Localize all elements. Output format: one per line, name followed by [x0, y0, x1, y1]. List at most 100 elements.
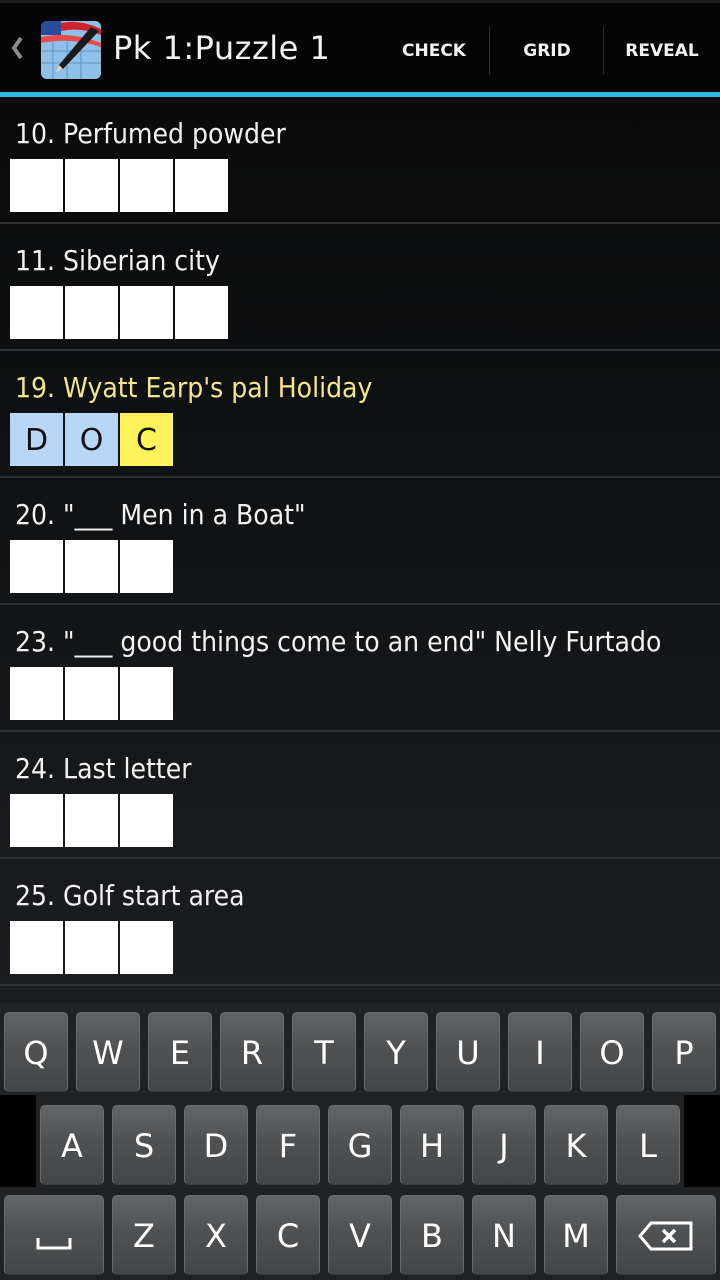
- key-y[interactable]: Y: [364, 1012, 428, 1092]
- key-o[interactable]: O: [580, 1012, 644, 1092]
- key-label: D: [203, 1127, 229, 1165]
- answer-cells: [10, 159, 720, 222]
- clue-text: 20. "___ Men in a Boat": [15, 498, 306, 531]
- key-label: N: [492, 1217, 516, 1255]
- answer-cell[interactable]: [65, 794, 118, 847]
- keyboard-row-2: AS D F G H J KL: [0, 1095, 720, 1187]
- answer-cell[interactable]: [120, 159, 173, 212]
- answer-cell[interactable]: O: [65, 413, 118, 466]
- grid-button[interactable]: GRID: [500, 27, 594, 75]
- key-x[interactable]: X: [184, 1195, 248, 1275]
- clue-item[interactable]: 24. Last letter: [0, 732, 720, 859]
- key-label: K: [565, 1127, 587, 1165]
- key-label: F: [278, 1127, 298, 1165]
- key-label: H: [419, 1127, 445, 1165]
- key-b[interactable]: B: [400, 1195, 464, 1275]
- answer-cells: DOC: [10, 413, 720, 476]
- answer-cell[interactable]: [10, 921, 63, 974]
- key-z[interactable]: Z: [112, 1195, 176, 1275]
- key-l[interactable]: L: [616, 1105, 680, 1185]
- key-v[interactable]: V: [328, 1195, 392, 1275]
- on-screen-keyboard: Q W E R T Y U I O P A S D F G H J K L Z X C V B N M: [0, 1003, 720, 1280]
- answer-cell-cursor[interactable]: C: [120, 413, 173, 466]
- backspace-icon: [638, 1221, 693, 1251]
- key-e[interactable]: E: [148, 1012, 212, 1092]
- space-key[interactable]: [4, 1195, 104, 1275]
- key-i[interactable]: I: [508, 1012, 572, 1092]
- key-label: I: [535, 1034, 545, 1072]
- key-label: X: [205, 1217, 227, 1255]
- answer-cells: [10, 921, 720, 984]
- divider: [489, 27, 490, 75]
- answer-cell[interactable]: [65, 286, 118, 339]
- key-h[interactable]: H: [400, 1105, 464, 1185]
- key-label: S: [133, 1127, 155, 1165]
- clue-text: 25. Golf start area: [15, 879, 245, 912]
- key-s[interactable]: S: [112, 1105, 176, 1185]
- answer-cell[interactable]: [175, 159, 228, 212]
- key-label: J: [499, 1127, 509, 1165]
- key-label: G: [347, 1127, 373, 1165]
- clue-text: 19. Wyatt Earp's pal Holiday: [15, 371, 373, 404]
- reveal-button[interactable]: REVEAL: [612, 27, 712, 75]
- key-w[interactable]: W: [76, 1012, 140, 1092]
- answer-cell[interactable]: [65, 159, 118, 212]
- key-label: U: [456, 1034, 480, 1072]
- answer-cell[interactable]: [65, 540, 118, 593]
- back-chevron-icon[interactable]: [8, 33, 26, 63]
- answer-cell[interactable]: [120, 286, 173, 339]
- clue-item[interactable]: 19. Wyatt Earp's pal Holiday D O C: [0, 351, 720, 478]
- key-d[interactable]: D: [184, 1105, 248, 1185]
- key-label: O: [599, 1034, 625, 1072]
- answer-cell[interactable]: [65, 667, 118, 720]
- key-label: P: [674, 1034, 694, 1072]
- answer-cell[interactable]: [10, 667, 63, 720]
- app-logo-icon[interactable]: [41, 21, 101, 79]
- answer-cell[interactable]: D: [10, 413, 63, 466]
- answer-cell[interactable]: [10, 794, 63, 847]
- clue-list[interactable]: 10. Perfumed powder 11. Siberian city 19. …: [0, 97, 720, 1003]
- puzzle-title: Pk 1:Puzzle 1: [113, 29, 331, 67]
- clue-item[interactable]: 23. "___ good things come to an end" Nel…: [0, 605, 720, 732]
- clue-item[interactable]: 11. Siberian city: [0, 224, 720, 351]
- answer-cell[interactable]: [120, 921, 173, 974]
- answer-cell[interactable]: [175, 286, 228, 339]
- clue-item[interactable]: 20. "___ Men in a Boat": [0, 478, 720, 605]
- answer-cell[interactable]: [10, 286, 63, 339]
- key-label: R: [240, 1034, 264, 1072]
- key-t[interactable]: T: [292, 1012, 356, 1092]
- key-c[interactable]: C: [256, 1195, 320, 1275]
- key-label: C: [276, 1217, 300, 1255]
- key-f[interactable]: F: [256, 1105, 320, 1185]
- key-label: Z: [133, 1217, 155, 1255]
- key-r[interactable]: R: [220, 1012, 284, 1092]
- check-button[interactable]: CHECK: [386, 27, 482, 75]
- clue-text: 23. "___ good things come to an end" Nel…: [15, 625, 662, 658]
- answer-cells: [10, 286, 720, 349]
- key-q[interactable]: Q: [4, 1012, 68, 1092]
- clue-text: 10. Perfumed powder: [15, 117, 286, 150]
- action-bar: Pk 1:Puzzle 1 CHECK GRID REVEAL: [0, 0, 720, 92]
- key-label: W: [92, 1034, 124, 1072]
- clue-item[interactable]: 10. Perfumed powder: [0, 97, 720, 224]
- clue-item[interactable]: 25. Golf start area: [0, 859, 720, 986]
- key-p[interactable]: P: [652, 1012, 716, 1092]
- key-u[interactable]: U: [436, 1012, 500, 1092]
- key-g[interactable]: G: [328, 1105, 392, 1185]
- key-k[interactable]: K: [544, 1105, 608, 1185]
- key-label: E: [169, 1034, 191, 1072]
- answer-cell[interactable]: [10, 540, 63, 593]
- key-label: T: [314, 1034, 334, 1072]
- answer-cell[interactable]: [120, 794, 173, 847]
- key-j[interactable]: J: [472, 1105, 536, 1185]
- key-a[interactable]: A: [40, 1105, 104, 1185]
- key-m[interactable]: M: [544, 1195, 608, 1275]
- key-n[interactable]: N: [472, 1195, 536, 1275]
- backspace-key[interactable]: [616, 1195, 716, 1275]
- answer-cell[interactable]: [120, 540, 173, 593]
- key-label: Y: [386, 1034, 406, 1072]
- answer-cell[interactable]: [120, 667, 173, 720]
- answer-cells: [10, 667, 720, 730]
- answer-cell[interactable]: [10, 159, 63, 212]
- answer-cell[interactable]: [65, 921, 118, 974]
